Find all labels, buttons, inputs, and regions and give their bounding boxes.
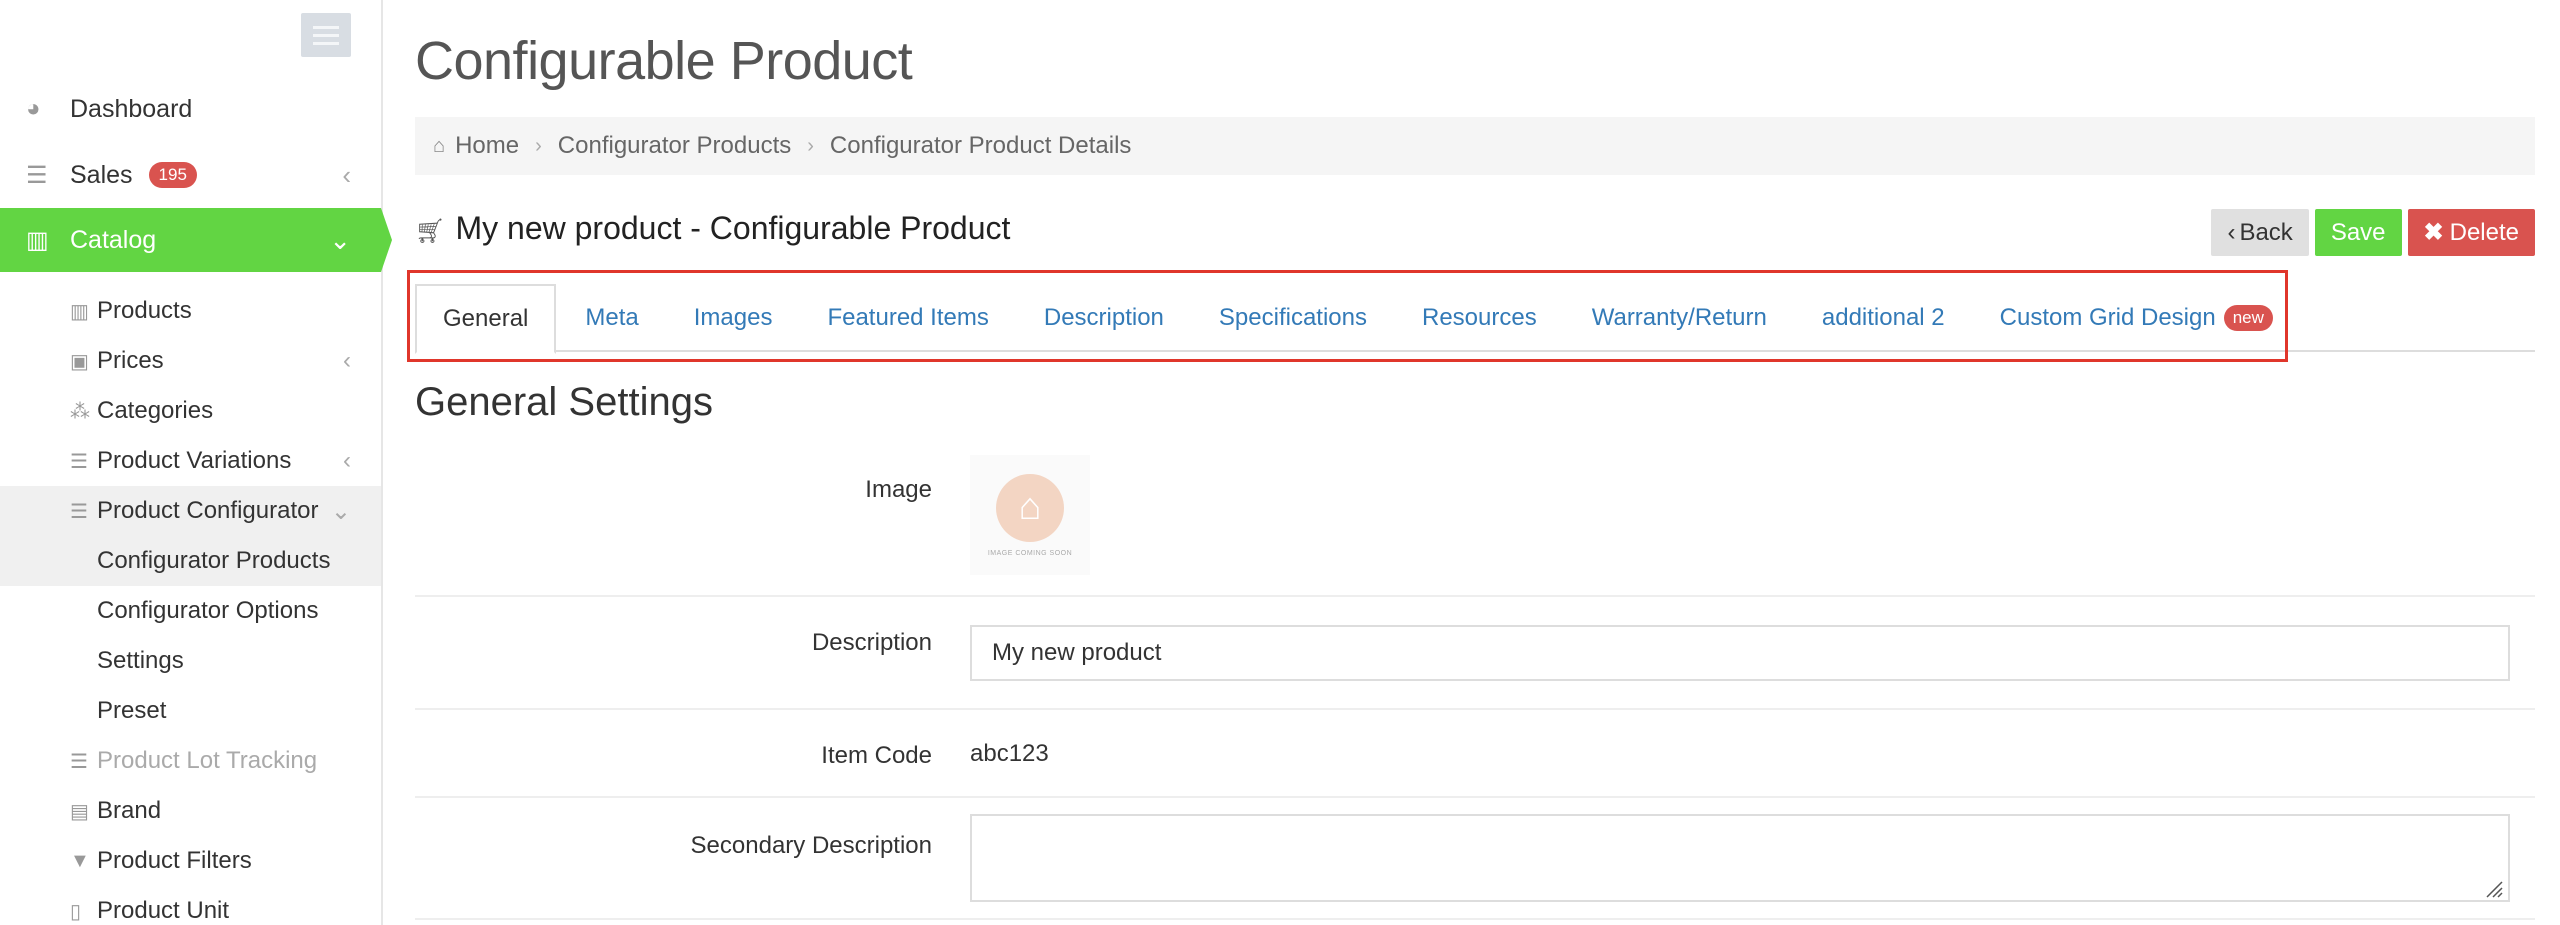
chevron-down-icon: ⌄ — [329, 224, 351, 255]
sidebar-item-products[interactable]: ▥ Products — [0, 286, 381, 336]
sales-icon: ☰ — [26, 161, 48, 189]
product-image[interactable]: ⌂ IMAGE COMING SOON — [970, 455, 1090, 575]
sidebar-item-label: Configurator Products — [97, 547, 331, 574]
image-caption: IMAGE COMING SOON — [987, 549, 1073, 557]
secondary-description-textarea[interactable] — [970, 814, 2510, 902]
home-icon: ⌂ — [433, 134, 446, 157]
item-code-row: Item Code abc123 — [415, 710, 2535, 798]
barcode-icon: ▥ — [70, 300, 89, 323]
sidebar-item-label: Product Variations — [97, 447, 292, 474]
description-label: Description — [811, 629, 932, 656]
delete-button[interactable]: ✖ Delete — [2407, 209, 2535, 256]
tab-warranty-return[interactable]: Warranty/Return — [1566, 284, 1793, 352]
gift-icon: ▤ — [70, 800, 89, 823]
sidebar-item-product-unit[interactable]: ▯ Product Unit — [0, 886, 381, 925]
tablet-icon: ▯ — [70, 900, 82, 923]
sidebar-item-sales[interactable]: ☰ Sales 195 ‹ — [0, 143, 381, 207]
sidebar-item-label: Settings — [97, 647, 184, 674]
sidebar-item-label: Catalog — [70, 225, 157, 254]
chevron-right-icon: › — [535, 134, 542, 157]
chevron-left-icon: ‹ — [343, 347, 351, 374]
chevron-left-icon: ‹ — [2227, 218, 2236, 246]
secondary-description-label: Secondary Description — [690, 832, 932, 859]
tab-bar: General Meta Images Featured Items Descr… — [407, 270, 2535, 362]
image-label: Image — [865, 476, 932, 503]
item-code-value: abc123 — [970, 740, 1049, 767]
tab-specifications[interactable]: Specifications — [1193, 284, 1393, 352]
sidebar-item-brand[interactable]: ▤ Brand — [0, 786, 381, 836]
close-icon: ✖ — [2423, 219, 2444, 246]
page-title: Configurable Product — [415, 31, 913, 91]
chevron-right-icon: › — [807, 134, 814, 157]
product-title: 🛒︎ My new product - Configurable Product — [415, 210, 1010, 247]
sidebar-item-product-variations[interactable]: ☰ Product Variations ‹ — [0, 436, 381, 486]
sidebar-item-label: Categories — [97, 397, 214, 424]
sidebar-item-dashboard[interactable]: ◕ Dashboard — [0, 77, 381, 141]
description-input[interactable]: My new product — [970, 625, 2510, 681]
sidebar-item-product-configurator[interactable]: ☰ Product Configurator ⌄ — [0, 486, 381, 536]
sidebar-item-configurator-products[interactable]: Configurator Products — [0, 536, 381, 586]
sitemap-icon: ⁂ — [70, 400, 90, 423]
sidebar-item-label: Dashboard — [70, 94, 193, 123]
sidebar: ◕ Dashboard ☰ Sales 195 ‹ ▥ Catalog ⌄ ▥ … — [0, 0, 392, 925]
breadcrumb-home[interactable]: Home — [455, 132, 519, 160]
cart-icon: 🛒︎ — [415, 218, 446, 245]
sidebar-item-settings[interactable]: Settings — [0, 636, 381, 686]
money-icon: ▣ — [70, 350, 89, 373]
tab-meta[interactable]: Meta — [559, 284, 664, 352]
tab-description[interactable]: Description — [1018, 284, 1190, 352]
new-badge: new — [2223, 305, 2273, 331]
sidebar-item-product-lot-tracking[interactable]: ☰ Product Lot Tracking — [0, 736, 381, 786]
tab-custom-grid-design[interactable]: Custom Grid Design new — [1974, 284, 2299, 352]
tab-resources[interactable]: Resources — [1396, 284, 1563, 352]
home-icon: ⌂ — [996, 473, 1064, 542]
tab-featured-items[interactable]: Featured Items — [801, 284, 1014, 352]
resize-handle-icon[interactable] — [2483, 880, 2503, 898]
chevron-left-icon: ‹ — [343, 447, 351, 474]
image-row: Image — [415, 440, 2535, 597]
sales-count-badge: 195 — [148, 162, 197, 188]
sidebar-item-label: Prices — [97, 347, 164, 374]
delete-label: Delete — [2449, 218, 2519, 246]
sidebar-item-label: Product Lot Tracking — [97, 747, 318, 774]
sidebar-item-preset[interactable]: Preset — [0, 686, 381, 736]
item-code-label: Item Code — [821, 742, 932, 769]
tab-additional-2[interactable]: additional 2 — [1796, 284, 1971, 352]
breadcrumb: ⌂ Home › Configurator Products › Configu… — [415, 117, 2535, 175]
sidebar-item-catalog[interactable]: ▥ Catalog ⌄ — [0, 208, 381, 272]
list-icon: ☰ — [70, 500, 88, 523]
list-icon: ☰ — [70, 450, 88, 473]
action-buttons: ‹ Back Save ✖ Delete — [2211, 209, 2535, 256]
sidebar-item-label: Products — [97, 297, 192, 324]
sidebar-item-prices[interactable]: ▣ Prices ‹ — [0, 336, 381, 386]
sidebar-item-product-filters[interactable]: ▼ Product Filters — [0, 836, 381, 886]
chevron-down-icon: ⌄ — [330, 497, 351, 525]
tab-images[interactable]: Images — [668, 284, 799, 352]
breadcrumb-current: Configurator Product Details — [829, 132, 1132, 159]
section-title: General Settings — [415, 380, 713, 424]
chevron-left-icon: ‹ — [342, 159, 351, 190]
tab-general[interactable]: General — [415, 284, 557, 354]
sidebar-item-label: Configurator Options — [97, 597, 319, 624]
sidebar-item-label: Product Unit — [97, 897, 230, 924]
back-button[interactable]: ‹ Back — [2211, 209, 2309, 256]
list-icon: ☰ — [70, 750, 88, 773]
product-title-text: My new product - Configurable Product — [455, 210, 1011, 246]
filter-icon: ▼ — [70, 849, 90, 872]
active-pointer — [381, 208, 392, 272]
sidebar-item-label: Sales — [70, 160, 133, 189]
dashboard-icon: ◕ — [26, 95, 41, 122]
sidebar-item-label: Product Configurator — [97, 497, 319, 524]
breadcrumb-configurator-products[interactable]: Configurator Products — [558, 132, 791, 160]
tab-label: Custom Grid Design — [1999, 304, 2216, 331]
sidebar-toggle-button[interactable] — [301, 13, 351, 57]
back-label: Back — [2239, 218, 2293, 246]
save-button[interactable]: Save — [2314, 209, 2402, 256]
sidebar-item-label: Preset — [97, 697, 167, 724]
catalog-icon: ▥ — [26, 226, 49, 254]
sidebar-item-categories[interactable]: ⁂ Categories — [0, 386, 381, 436]
sidebar-item-label: Product Filters — [97, 847, 252, 874]
sidebar-item-configurator-options[interactable]: Configurator Options — [0, 586, 381, 636]
sidebar-item-label: Brand — [97, 797, 162, 824]
